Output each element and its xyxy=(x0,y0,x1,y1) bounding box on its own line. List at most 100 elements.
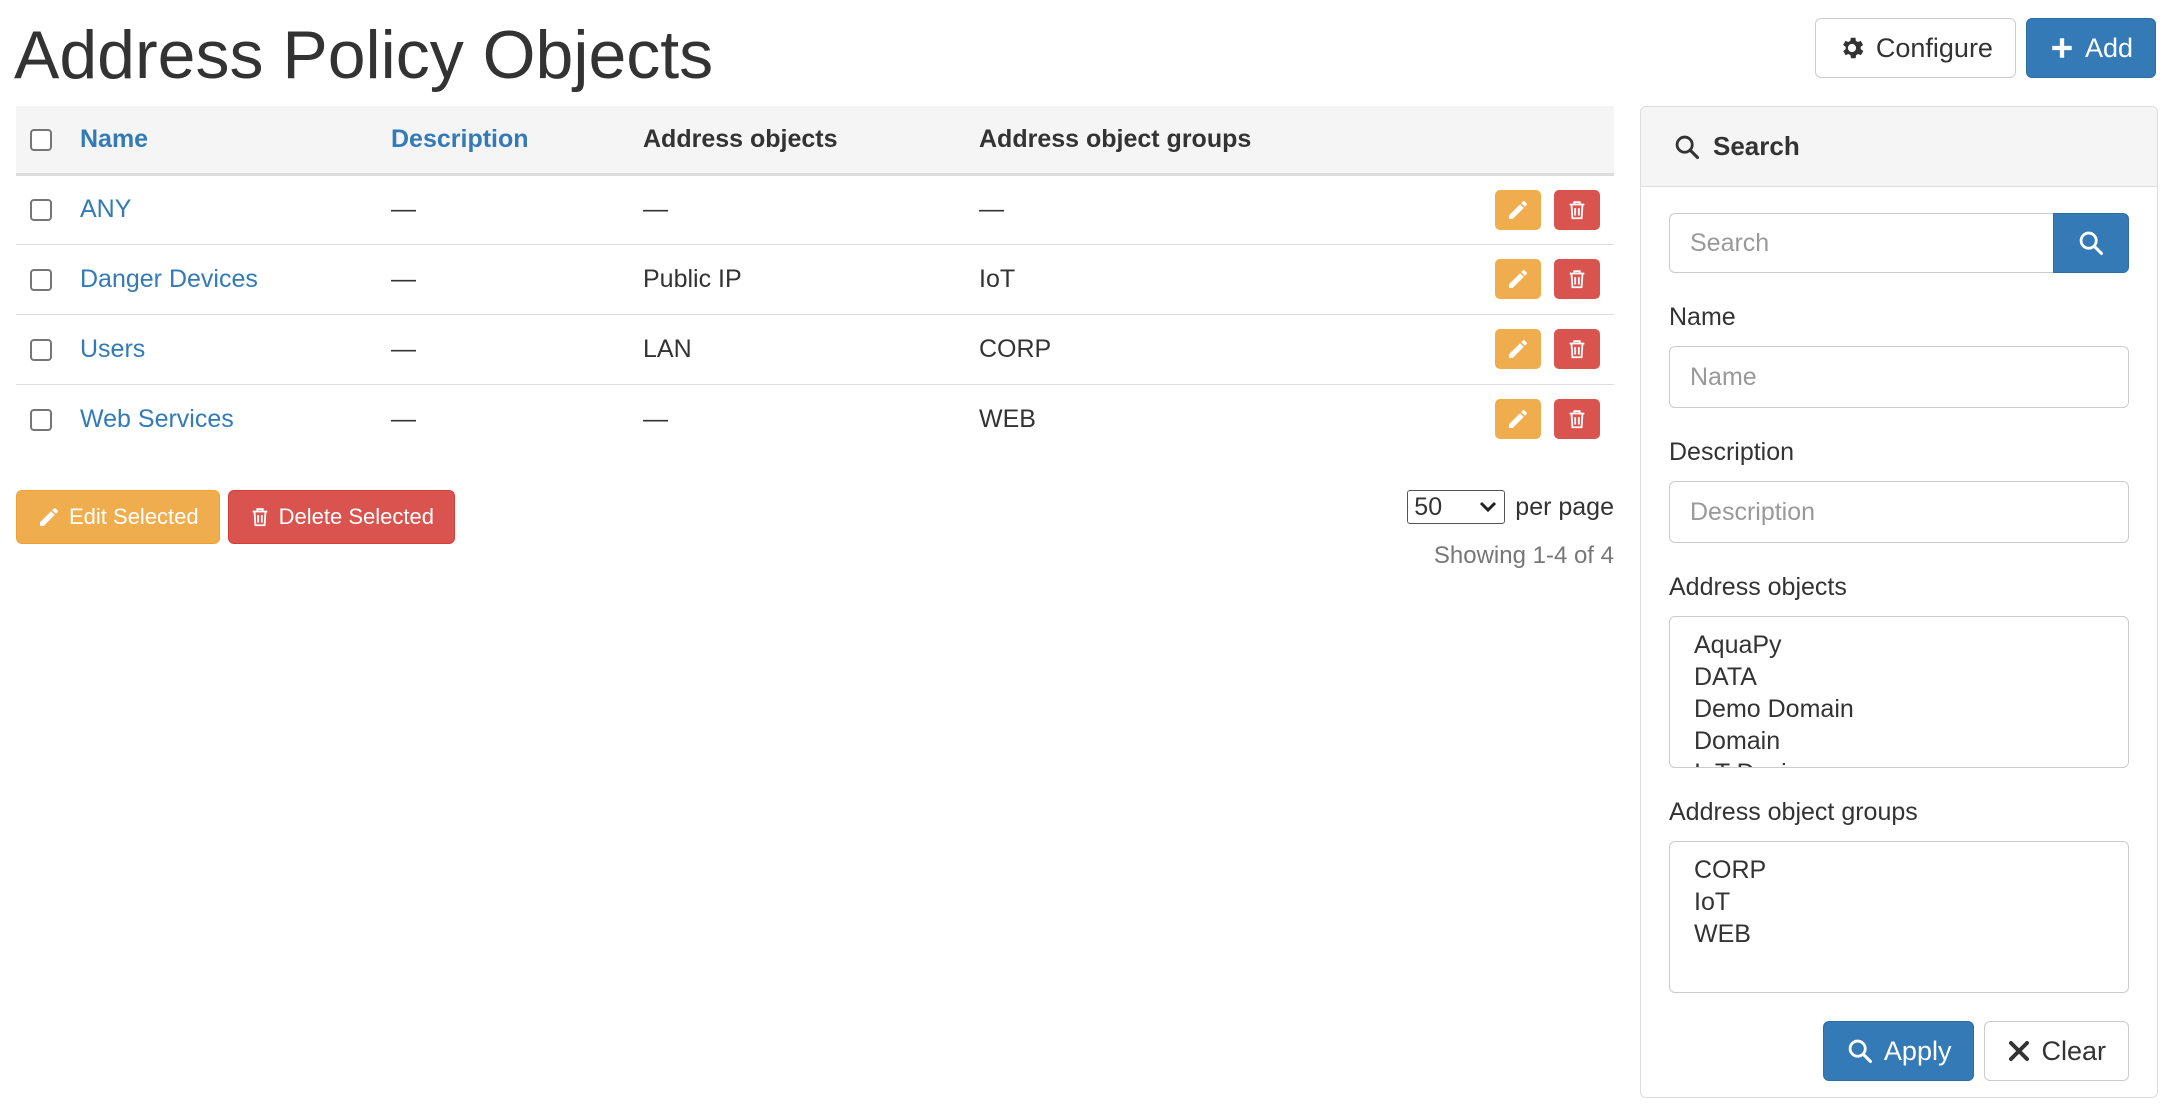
row-address-object-groups: IoT xyxy=(979,244,1479,315)
name-filter-label: Name xyxy=(1669,303,1736,331)
pencil-icon xyxy=(1509,270,1528,288)
multiselect-option[interactable]: DATA xyxy=(1694,661,2128,693)
row-description: — xyxy=(391,314,643,385)
bulk-actions: Edit Selected Delete Selected xyxy=(16,490,455,544)
select-all-cell xyxy=(16,106,80,176)
row-description: — xyxy=(391,244,643,315)
row-actions xyxy=(1479,384,1614,454)
table-row: ANY — — — xyxy=(16,174,1614,245)
top-actions: Configure Add xyxy=(1814,18,2156,78)
close-icon xyxy=(2009,1041,2030,1061)
pencil-icon xyxy=(1509,340,1528,358)
description-filter-input[interactable] xyxy=(1669,481,2129,543)
trash-icon xyxy=(1569,410,1585,429)
row-checkbox[interactable] xyxy=(30,409,52,432)
pagination: 50 per page Showing 1-4 of 4 xyxy=(1407,490,1614,570)
row-checkbox[interactable] xyxy=(30,199,52,222)
row-checkbox[interactable] xyxy=(30,338,52,361)
row-address-object-groups: CORP xyxy=(979,314,1479,385)
row-name-link[interactable]: Web Services xyxy=(80,384,391,454)
row-select-cell xyxy=(16,174,80,245)
row-address-object-groups: WEB xyxy=(979,404,1036,433)
address-object-groups-filter-label: Address object groups xyxy=(1669,798,1918,826)
multiselect-option[interactable]: IoT Devices xyxy=(1694,757,2128,767)
clear-label: Clear xyxy=(2041,1035,2106,1066)
column-header-actions xyxy=(1479,106,1614,176)
row-name-link[interactable]: Danger Devices xyxy=(80,244,391,315)
search-panel-heading: Search xyxy=(1641,107,2157,187)
address-object-groups-multiselect[interactable]: CORP IoT WEB xyxy=(1669,841,2129,993)
multiselect-option[interactable]: WEB xyxy=(1694,918,2128,950)
address-objects-multiselect[interactable]: AquaPy DATA Demo Domain Domain IoT Devic… xyxy=(1669,616,2129,768)
row-checkbox[interactable] xyxy=(30,268,52,291)
edit-row-button[interactable] xyxy=(1495,259,1542,299)
quick-search-group xyxy=(1669,213,2129,273)
delete-row-button[interactable] xyxy=(1554,259,1600,299)
search-icon xyxy=(1848,1039,1872,1064)
objects-table: Name Description Address objects Address… xyxy=(16,106,1614,454)
apply-label: Apply xyxy=(1883,1035,1952,1066)
add-button[interactable]: Add xyxy=(2025,18,2156,78)
pencil-icon xyxy=(1509,200,1528,219)
quick-search-button[interactable] xyxy=(2053,213,2129,273)
row-actions xyxy=(1479,314,1614,385)
edit-row-button[interactable] xyxy=(1495,189,1542,230)
edit-row-button[interactable] xyxy=(1495,329,1542,369)
column-header-description[interactable]: Description xyxy=(391,106,643,176)
multiselect-option[interactable]: AquaPy xyxy=(1694,629,2128,661)
apply-button[interactable]: Apply xyxy=(1822,1021,1975,1081)
row-description: — xyxy=(391,404,416,433)
search-panel: Search Name Description Address objects … xyxy=(1640,106,2158,1098)
row-description: — xyxy=(391,174,643,245)
search-icon xyxy=(2079,231,2104,256)
row-name-link[interactable]: ANY xyxy=(80,174,391,245)
column-header-address-object-groups: Address object groups xyxy=(979,106,1479,176)
row-name-link[interactable]: Users xyxy=(80,314,391,385)
multiselect-option[interactable]: Domain xyxy=(1694,725,2128,757)
gear-icon xyxy=(1843,37,1864,59)
edit-selected-label: Edit Selected xyxy=(69,504,199,529)
search-icon xyxy=(1675,135,1700,159)
delete-row-button[interactable] xyxy=(1554,399,1600,440)
row-select-cell xyxy=(16,244,80,315)
per-page-select[interactable]: 50 xyxy=(1407,490,1506,524)
name-filter-input[interactable] xyxy=(1669,346,2129,408)
row-actions xyxy=(1479,174,1614,245)
search-panel-title: Search xyxy=(1713,131,1800,161)
pencil-icon xyxy=(40,508,58,526)
per-page-value: 50 xyxy=(1414,492,1443,521)
configure-button[interactable]: Configure xyxy=(1814,18,2016,78)
trash-icon xyxy=(1569,270,1585,289)
multiselect-option[interactable]: IoT xyxy=(1694,886,2128,918)
edit-row-button[interactable] xyxy=(1495,399,1542,440)
page-title: Address Policy Objects xyxy=(14,17,714,93)
edit-selected-button[interactable]: Edit Selected xyxy=(16,490,220,544)
description-filter-label: Description xyxy=(1669,438,1795,466)
table-header-row: Name Description Address objects Address… xyxy=(16,106,1614,176)
row-select-cell xyxy=(16,384,80,454)
quick-search-input[interactable] xyxy=(1669,213,2053,273)
delete-selected-button[interactable]: Delete Selected xyxy=(227,490,455,544)
per-page-label: per page xyxy=(1515,492,1614,521)
select-all-checkbox[interactable] xyxy=(30,129,52,152)
trash-icon xyxy=(252,508,267,527)
delete-selected-label: Delete Selected xyxy=(278,504,434,529)
row-actions xyxy=(1479,244,1614,315)
configure-label: Configure xyxy=(1875,32,1993,63)
row-select-cell xyxy=(16,314,80,385)
row-address-objects: Public IP xyxy=(643,244,979,315)
clear-button[interactable]: Clear xyxy=(1984,1021,2129,1081)
delete-row-button[interactable] xyxy=(1554,329,1600,369)
multiselect-option[interactable]: Demo Domain xyxy=(1694,693,2128,725)
delete-row-button[interactable] xyxy=(1554,189,1600,230)
trash-icon xyxy=(1569,340,1585,359)
row-address-objects: — xyxy=(643,404,668,433)
column-header-name[interactable]: Name xyxy=(80,106,391,176)
multiselect-option[interactable]: CORP xyxy=(1694,854,2128,886)
objects-table-container: Name Description Address objects Address… xyxy=(16,106,1614,454)
address-objects-filter-label: Address objects xyxy=(1669,573,1847,601)
showing-count: Showing 1-4 of 4 xyxy=(1433,542,1614,569)
trash-icon xyxy=(1569,200,1585,219)
table-row: Users — LAN CORP xyxy=(16,314,1614,385)
row-address-object-groups: — xyxy=(979,174,1479,245)
